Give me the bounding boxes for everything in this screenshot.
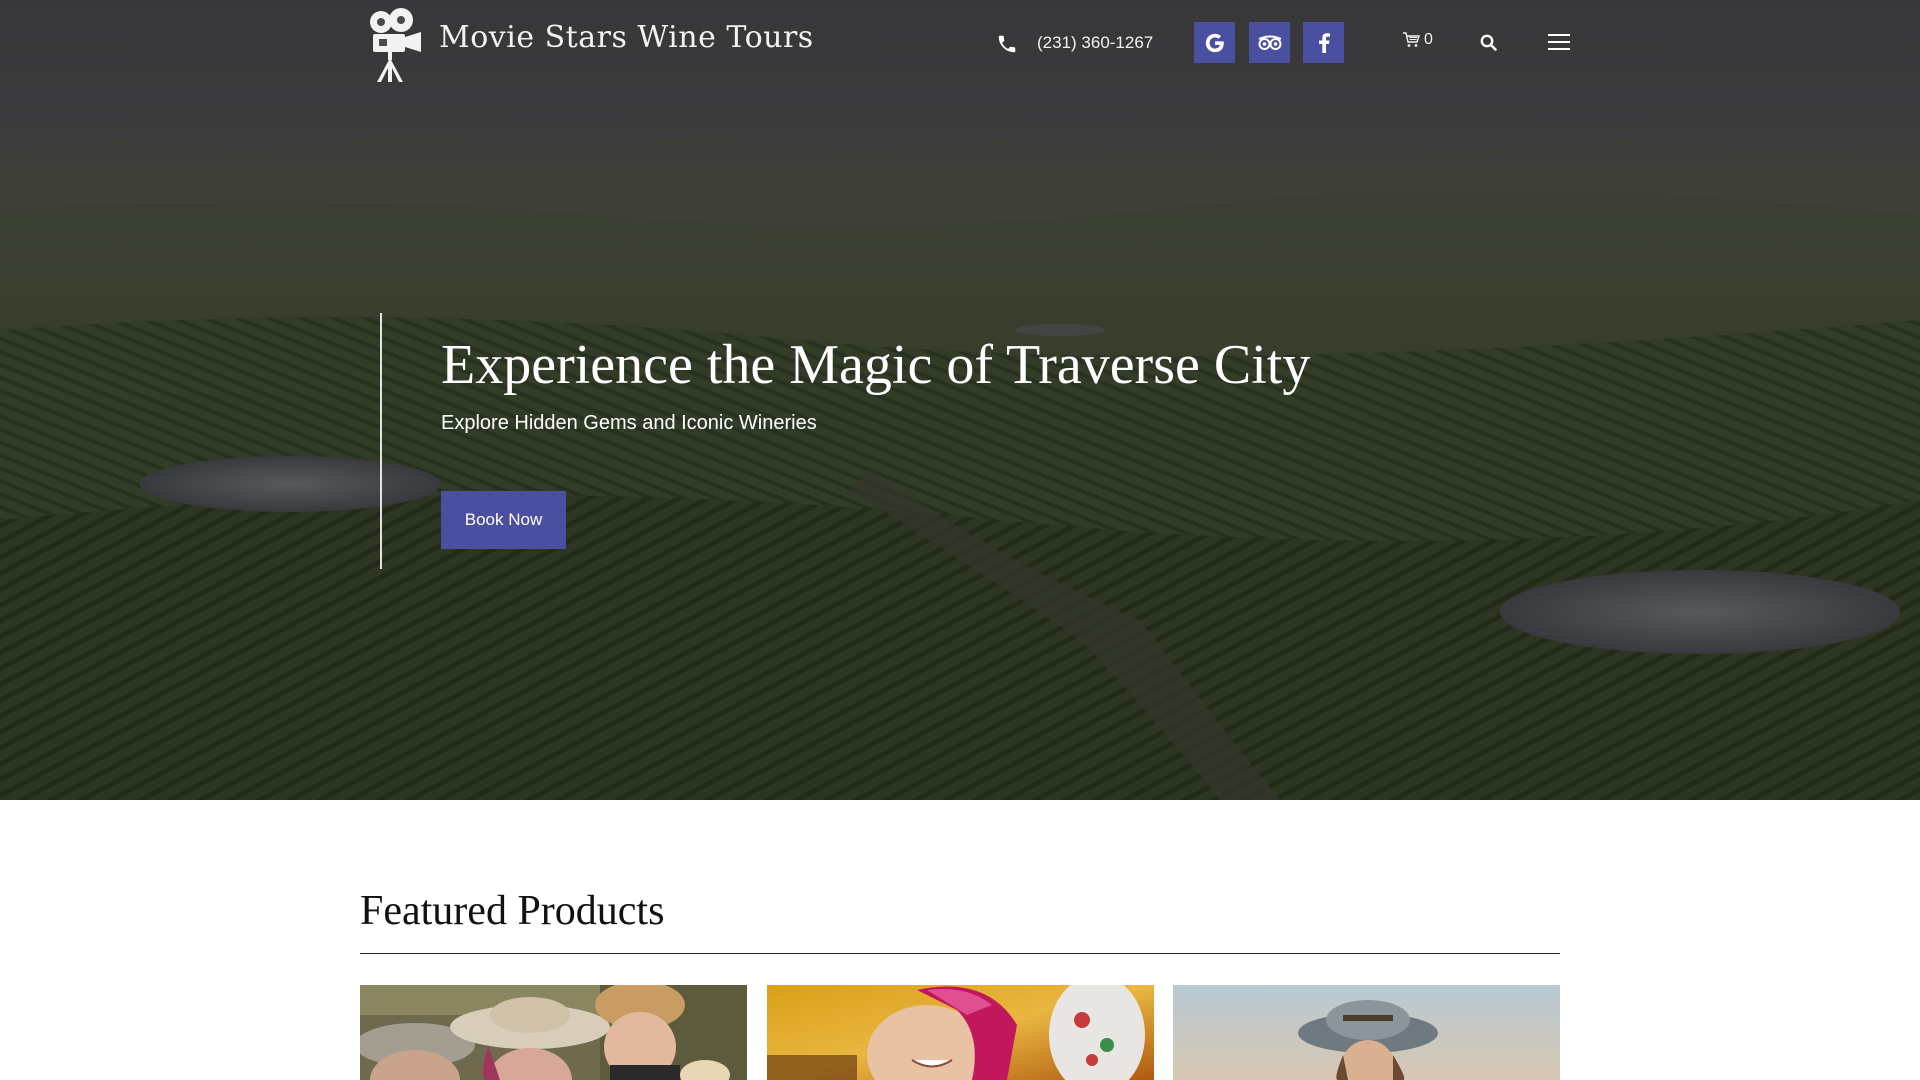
woman-in-cowboy-hat-photo [1173,985,1560,1080]
featured-products-heading: Featured Products [360,888,665,934]
facebook-icon [1318,32,1330,53]
woman-in-pink-headscarf-sunset-photo [767,985,1154,1080]
product-card-1[interactable] [360,985,747,1080]
site-header: Movie Stars Wine Tours (231) 360-1267 0 [0,0,1920,90]
group-of-women-in-hats-photo [360,985,747,1080]
hero-title: Experience the Magic of Traverse City [441,334,1311,396]
product-card-2[interactable] [767,985,1154,1080]
cart-count: 0 [1424,31,1433,48]
hero-subtitle: Explore Hidden Gems and Iconic Wineries [441,412,817,434]
google-icon [1205,33,1224,52]
google-button[interactable] [1194,22,1235,63]
hamburger-menu-icon[interactable] [1548,32,1570,52]
hero-section: Experience the Magic of Traverse City Ex… [0,0,1920,800]
movie-camera-logo[interactable] [361,6,427,82]
product-card-3[interactable] [1173,985,1560,1080]
search-icon[interactable] [1479,33,1499,53]
phone-number-link[interactable]: (231) 360-1267 [1037,33,1153,53]
hero-overlay [0,0,1920,800]
cart-button[interactable]: 0 [1402,31,1433,49]
tripadvisor-button[interactable] [1249,22,1290,63]
facebook-button[interactable] [1303,22,1344,63]
brand-name-link[interactable]: Movie Stars Wine Tours [439,20,814,55]
cart-icon [1403,32,1420,47]
book-now-button[interactable]: Book Now [441,491,566,549]
hero-accent-line [380,313,382,569]
tripadvisor-icon [1258,35,1281,50]
featured-divider [360,953,1560,954]
phone-icon[interactable] [996,33,1018,55]
